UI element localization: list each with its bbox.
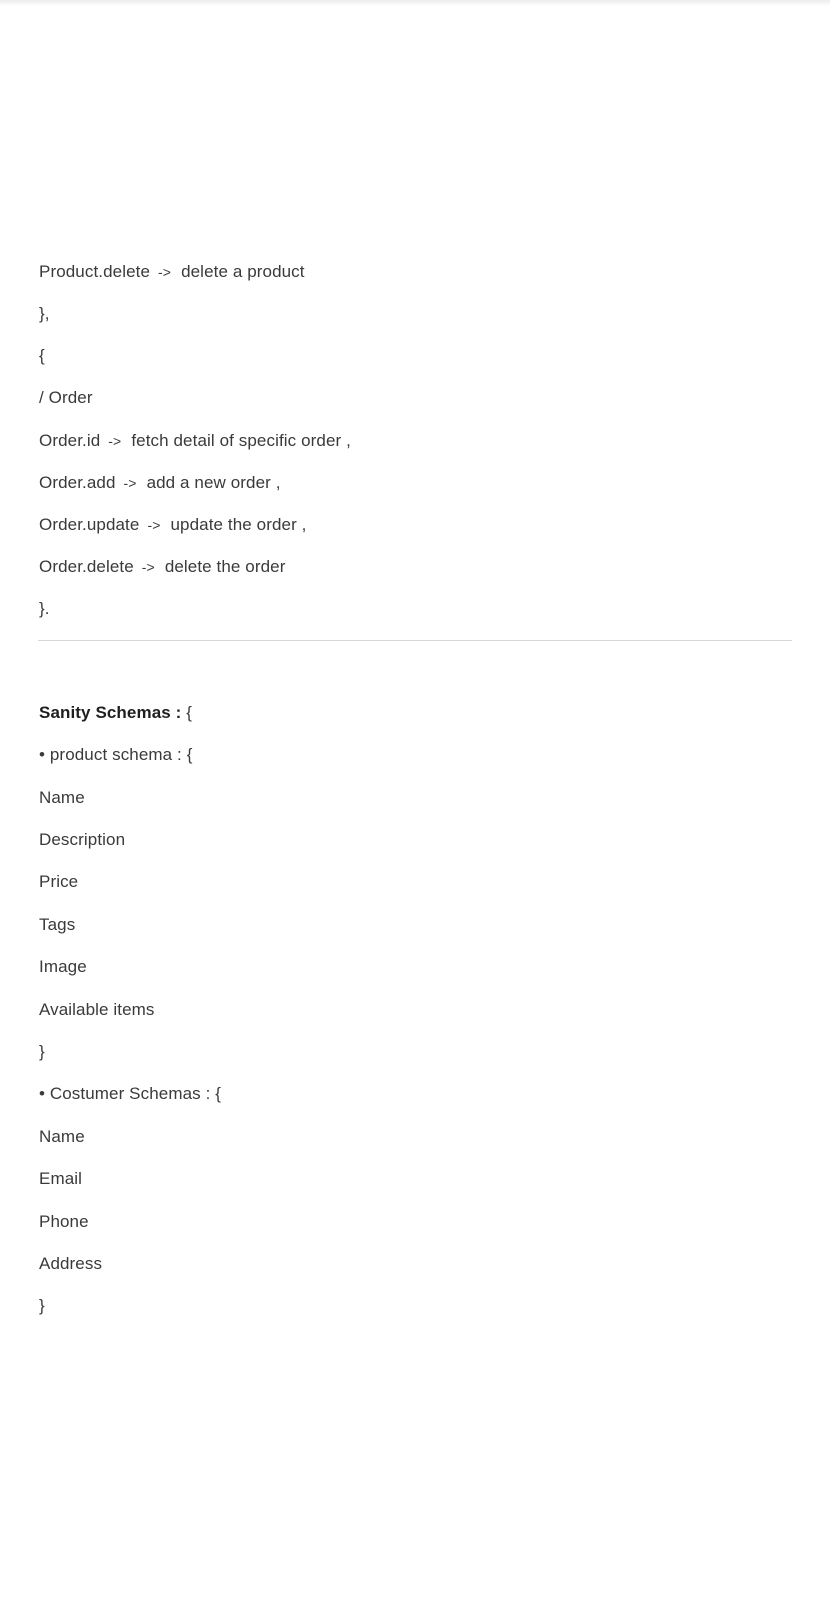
schema-field: Address: [39, 1254, 103, 1273]
arrow-icon: ->: [158, 264, 172, 280]
endpoint-key: Order.add: [39, 473, 116, 492]
close-brace: },: [39, 304, 50, 323]
schema-field: Phone: [39, 1212, 89, 1231]
arrow-icon: ->: [123, 475, 137, 491]
schema-field: Image: [39, 957, 87, 976]
endpoint-desc: delete the order: [164, 557, 286, 576]
endpoint-key: Product.delete: [39, 262, 151, 281]
schema-field: Name: [39, 1127, 85, 1146]
order-delete-line: Order.delete -> delete the order: [39, 556, 286, 578]
schema-field: Price: [39, 872, 79, 891]
endpoint-desc: fetch detail of specific order ,: [131, 431, 351, 450]
schemas-heading-label: Sanity Schemas :: [39, 703, 182, 722]
order-heading: / Order: [39, 388, 93, 407]
customer-schema-title: • Costumer Schemas : {: [39, 1084, 221, 1103]
arrow-icon: ->: [108, 433, 122, 449]
endpoint-key: Order.id: [39, 431, 101, 450]
schema-field: Description: [39, 830, 126, 849]
order-id-line: Order.id -> fetch detail of specific order…: [39, 430, 351, 452]
open-brace: {: [181, 703, 192, 722]
product-delete-line: Product.delete -> delete a product: [39, 261, 305, 283]
endpoint-desc: delete a product: [181, 262, 305, 281]
schema-field: Name: [39, 788, 85, 807]
order-update-line: Order.update -> update the order ,: [39, 514, 307, 536]
endpoint-key: Order.delete: [39, 557, 134, 576]
endpoint-key: Order.update: [39, 515, 140, 534]
order-add-line: Order.add -> add a new order ,: [39, 472, 281, 494]
schema-field: Tags: [39, 915, 76, 934]
arrow-icon: ->: [147, 517, 161, 533]
close-brace: }: [39, 1296, 45, 1315]
schemas-heading: Sanity Schemas : {: [39, 702, 192, 724]
close-brace: }: [39, 1042, 45, 1061]
arrow-icon: ->: [141, 559, 155, 575]
schema-field: Available items: [39, 1000, 155, 1019]
endpoint-desc: update the order ,: [170, 515, 307, 534]
product-schema-title: • product schema : {: [39, 745, 193, 764]
close-brace: }.: [39, 599, 50, 618]
section-divider: [38, 640, 792, 641]
endpoint-desc: add a new order ,: [146, 473, 281, 492]
top-edge: [0, 0, 830, 6]
schema-field: Email: [39, 1169, 83, 1188]
open-brace: {: [39, 346, 45, 365]
